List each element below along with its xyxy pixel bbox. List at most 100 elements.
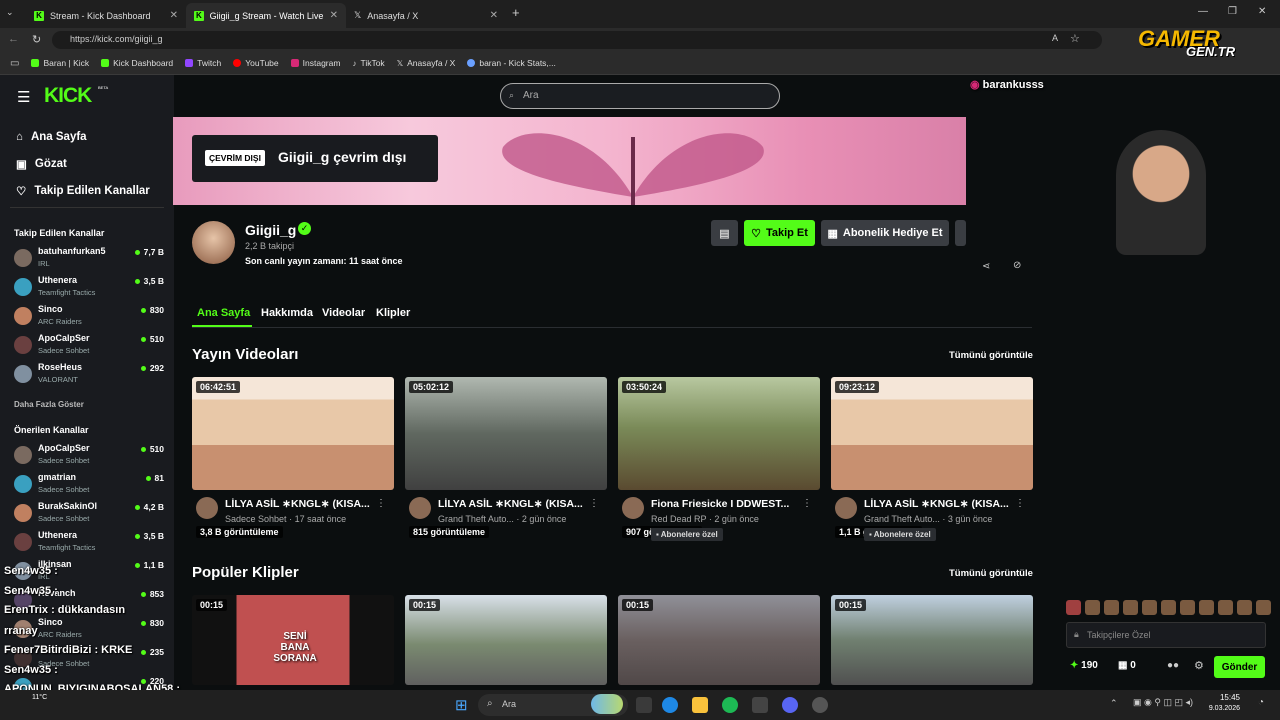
channel-avatar[interactable]: [622, 497, 644, 519]
spotify-icon[interactable]: [722, 697, 738, 713]
search-input[interactable]: Ara: [500, 83, 780, 109]
sidebar-channel[interactable]: RoseHeus VALORANT 292: [14, 361, 164, 389]
clip-card[interactable]: 00:15: [405, 595, 607, 685]
file-explorer-icon[interactable]: [692, 697, 708, 713]
discord-icon[interactable]: [782, 697, 798, 713]
follow-button[interactable]: ♡ Takip Et: [744, 220, 815, 246]
read-aloud-icon[interactable]: A: [1052, 33, 1058, 43]
share-icon[interactable]: ⋖: [982, 261, 990, 272]
emote-icon[interactable]: [1218, 600, 1233, 615]
channel-avatar[interactable]: [196, 497, 218, 519]
emote-icon[interactable]: [1161, 600, 1176, 615]
notification-icon[interactable]: ◔: [1258, 697, 1264, 708]
edge-icon[interactable]: [662, 697, 678, 713]
tab-list-icon[interactable]: ⌄: [6, 7, 14, 18]
tab-videos[interactable]: Videolar: [322, 307, 365, 319]
clips-view-all[interactable]: Tümünü görüntüle: [949, 568, 1033, 579]
video-title[interactable]: LİLYA ASİL ∗KNGL∗ (KISA...: [864, 498, 1009, 510]
nav-following[interactable]: ♡ Takip Edilen Kanallar: [16, 184, 150, 198]
more-button[interactable]: [955, 220, 966, 246]
bookmark-instagram[interactable]: Instagram: [290, 58, 340, 68]
sidebar-channel[interactable]: gmatrian Sadece Sohbet 81: [14, 471, 164, 499]
video-thumbnail[interactable]: [405, 377, 607, 490]
sidebar-channel[interactable]: ApoCalpSer Sadece Sohbet 510: [14, 442, 164, 470]
tab-giigii-stream[interactable]: K Giigii_g Stream - Watch Live on Ki✕: [186, 3, 346, 28]
chat-input[interactable]: Takipçilere Özel: [1066, 622, 1266, 648]
video-thumbnail[interactable]: [192, 377, 394, 490]
sidebar-channel[interactable]: Uthenera Teamfight Tactics 3,5 B: [14, 529, 164, 557]
emote-icon[interactable]: [1199, 600, 1214, 615]
sidebar-channel[interactable]: BurakSakinOl Sadece Sohbet 4,2 B: [14, 500, 164, 528]
tab-about[interactable]: Hakkımda: [261, 307, 313, 319]
emote-icon[interactable]: ●●: [1167, 660, 1179, 671]
clip-card[interactable]: 00:15 SENİ BANA SORANA: [192, 595, 394, 685]
video-card[interactable]: 05:02:12 815 görüntüleme LİLYA ASİL ∗KNG…: [405, 377, 607, 542]
maximize-icon[interactable]: ❐: [1228, 6, 1237, 17]
sidebar-channel[interactable]: ApoCalpSer Sadece Sohbet 510: [14, 332, 164, 360]
settings-gear-icon[interactable]: ⚙: [1194, 659, 1204, 672]
nav-home[interactable]: ⌂ Ana Sayfa: [16, 131, 87, 143]
nav-browse[interactable]: ▣ Gözat: [16, 157, 67, 171]
points-counter[interactable]: ✦ 190: [1070, 660, 1098, 671]
new-tab-icon[interactable]: +: [512, 5, 520, 20]
emote-icon[interactable]: [1104, 600, 1119, 615]
close-icon[interactable]: ✕: [170, 10, 178, 21]
notification-button[interactable]: ▤: [711, 220, 738, 246]
bookmark-youtube[interactable]: YouTube: [233, 58, 279, 68]
more-options-icon[interactable]: ⋮: [589, 498, 599, 509]
tab-clips[interactable]: Klipler: [376, 307, 410, 319]
close-window-icon[interactable]: ✕: [1258, 6, 1266, 17]
emote-icon[interactable]: [1085, 600, 1100, 615]
channel-avatar[interactable]: [835, 497, 857, 519]
video-title[interactable]: Fiona Friesicke I DDWEST...: [651, 498, 789, 510]
menu-icon[interactable]: ☰: [17, 88, 30, 106]
widget-icon[interactable]: [591, 694, 623, 714]
video-thumbnail[interactable]: [618, 377, 820, 490]
videos-view-all[interactable]: Tümünü görüntüle: [949, 350, 1033, 361]
emote-icon[interactable]: [1237, 600, 1252, 615]
emote-icon[interactable]: [1256, 600, 1271, 615]
minimize-icon[interactable]: —: [1198, 6, 1208, 17]
favorite-star-icon[interactable]: ☆: [1070, 32, 1080, 45]
more-options-icon[interactable]: ⋮: [802, 498, 812, 509]
sidebar-channel[interactable]: Uthenera Teamfight Tactics 3,5 B: [14, 274, 164, 302]
video-card[interactable]: 09:23:12 1,1 B görüntüleme LİLYA ASİL ∗K…: [831, 377, 1033, 542]
clip-card[interactable]: 00:15: [618, 595, 820, 685]
video-thumbnail[interactable]: [831, 377, 1033, 490]
kick-logo[interactable]: KICK: [44, 84, 92, 108]
channel-avatar[interactable]: [192, 221, 235, 264]
tab-kick-dashboard[interactable]: K Stream - Kick Dashboard ✕: [26, 3, 186, 28]
windows-start-icon[interactable]: ⊞: [455, 696, 468, 714]
gift-counter[interactable]: ▦ 0: [1118, 660, 1136, 671]
url-input[interactable]: https://kick.com/giigii_g: [52, 31, 1102, 49]
clip-card[interactable]: 00:15: [831, 595, 1033, 685]
video-card[interactable]: 03:50:24 907 görüntüleme Fiona Friesicke…: [618, 377, 820, 542]
reload-icon[interactable]: ↻: [32, 33, 41, 46]
close-icon[interactable]: ✕: [330, 10, 338, 21]
reading-list-icon[interactable]: ▭: [10, 58, 19, 69]
bookmark-twitch[interactable]: Twitch: [185, 58, 221, 68]
channel-avatar[interactable]: [409, 497, 431, 519]
emote-icon[interactable]: [1142, 600, 1157, 615]
video-card[interactable]: 06:42:51 3,8 B görüntüleme LİLYA ASİL ∗K…: [192, 377, 394, 542]
bookmark-kick-dashboard[interactable]: Kick Dashboard: [101, 58, 173, 68]
bookmark-baran-kick[interactable]: Baran | Kick: [31, 58, 89, 68]
emote-icon[interactable]: [1180, 600, 1195, 615]
emote-icon[interactable]: [1123, 600, 1138, 615]
hide-icon[interactable]: ⊘: [1013, 260, 1021, 271]
sidebar-channel[interactable]: Sinco ARC Raiders 830: [14, 303, 164, 331]
bookmark-tiktok[interactable]: ♪ TikTok: [352, 58, 384, 68]
obs-icon[interactable]: [812, 697, 828, 713]
sidebar-channel[interactable]: batuhanfurkan5 IRL 7,7 B: [14, 245, 164, 273]
video-title[interactable]: LİLYA ASİL ∗KNGL∗ (KISA...: [438, 498, 583, 510]
send-button[interactable]: Gönder: [1214, 656, 1265, 678]
tab-home[interactable]: Ana Sayfa: [197, 307, 250, 319]
bookmark-x[interactable]: 𝕏 Anasayfa / X: [397, 58, 456, 68]
close-icon[interactable]: ✕: [490, 10, 498, 21]
back-icon[interactable]: ←: [8, 33, 19, 45]
tab-x[interactable]: 𝕏 Anasayfa / X ✕: [346, 3, 506, 28]
tray-icons[interactable]: ▣ ◉ ⚲ ◫ ◰ ◂): [1133, 697, 1193, 708]
show-more-link[interactable]: Daha Fazla Göster: [14, 400, 84, 409]
more-options-icon[interactable]: ⋮: [376, 498, 386, 509]
gift-sub-button[interactable]: ▦ Abonelik Hediye Et: [821, 220, 949, 246]
